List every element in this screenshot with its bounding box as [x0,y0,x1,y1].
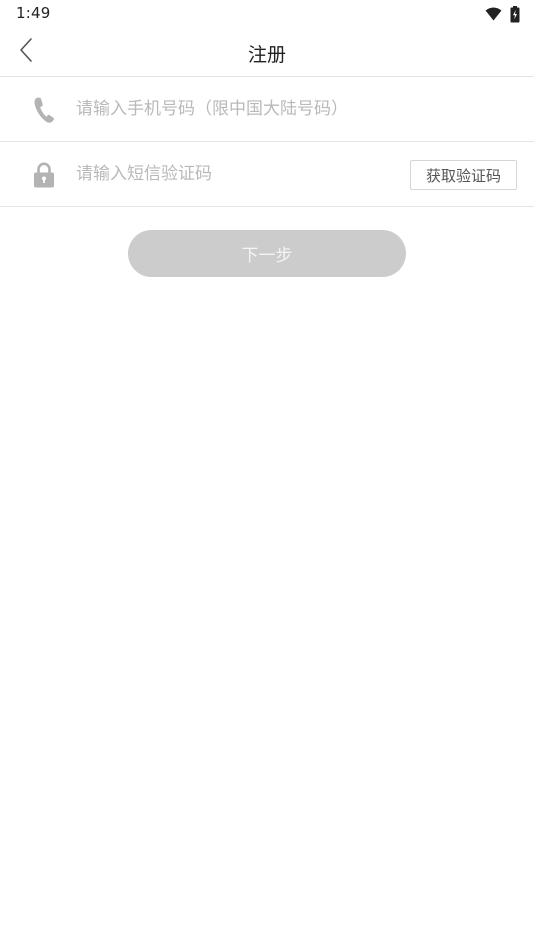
code-divider [0,206,534,207]
battery-icon [510,5,520,23]
status-time: 1:49 [16,4,51,22]
get-code-button[interactable]: 获取验证码 [410,160,517,190]
header: 注册 [0,28,534,76]
next-button[interactable]: 下一步 [128,230,406,277]
sms-code-input[interactable] [76,156,396,192]
register-screen: 1:49 注册 请输入手机号码（限中国大陆号码） 请输入短信验证码 获取验证码 … [0,0,534,950]
wifi-icon [485,7,502,21]
phone-input[interactable] [76,91,506,127]
status-icons [485,5,520,23]
phone-row [0,77,534,141]
phone-icon [30,96,58,124]
sms-code-row: 获取验证码 [0,142,534,206]
status-bar: 1:49 [0,0,534,28]
lock-icon [30,161,58,189]
page-title: 注册 [247,44,286,66]
